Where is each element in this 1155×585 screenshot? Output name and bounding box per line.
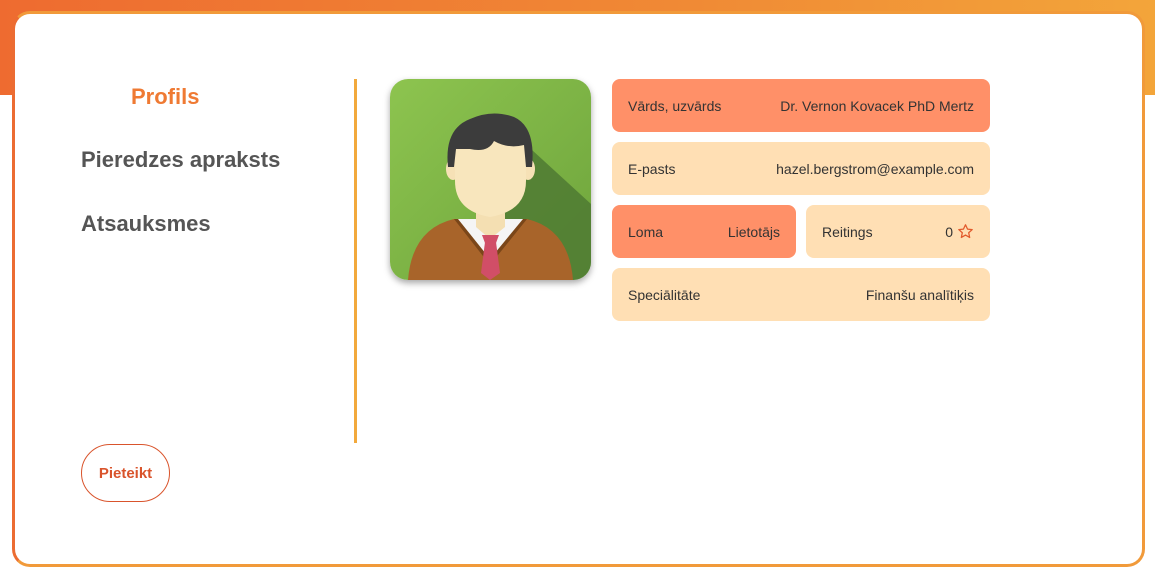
vertical-divider <box>354 79 357 443</box>
role-value: Lietotājs <box>727 223 780 240</box>
rating-value-group: 0 <box>945 223 974 240</box>
role-field: Loma Lietotājs <box>612 205 796 258</box>
star-outline-icon <box>957 223 974 240</box>
nav-item-profile[interactable]: Profils <box>131 84 311 110</box>
role-label: Loma <box>628 223 664 240</box>
nav-item-experience[interactable]: Pieredzes apraksts <box>81 147 311 173</box>
email-field: E-pasts hazel.bergstrom@example.com <box>612 142 990 195</box>
specialty-value: Finanšu analītiķis <box>865 286 974 303</box>
rating-label: Reitings <box>822 223 873 240</box>
male-user-avatar-icon <box>390 79 591 280</box>
report-button[interactable]: Pieteikt <box>81 444 170 502</box>
email-value: hazel.bergstrom@example.com <box>776 160 974 177</box>
name-field: Vārds, uzvārds Dr. Vernon Kovacek PhD Me… <box>612 79 990 132</box>
name-label: Vārds, uzvārds <box>628 97 722 114</box>
nav-item-reviews[interactable]: Atsauksmes <box>81 211 311 237</box>
name-value: Dr. Vernon Kovacek PhD Mertz <box>780 97 974 114</box>
profile-card: Profils Pieredzes apraksts Atsauksmes Pi… <box>12 11 1145 567</box>
profile-nav: Profils Pieredzes apraksts Atsauksmes <box>81 80 311 237</box>
email-label: E-pasts <box>628 160 676 177</box>
specialty-label: Speciālitāte <box>628 286 701 303</box>
specialty-field: Speciālitāte Finanšu analītiķis <box>612 268 990 321</box>
rating-field: Reitings 0 <box>806 205 990 258</box>
rating-value: 0 <box>945 223 953 240</box>
